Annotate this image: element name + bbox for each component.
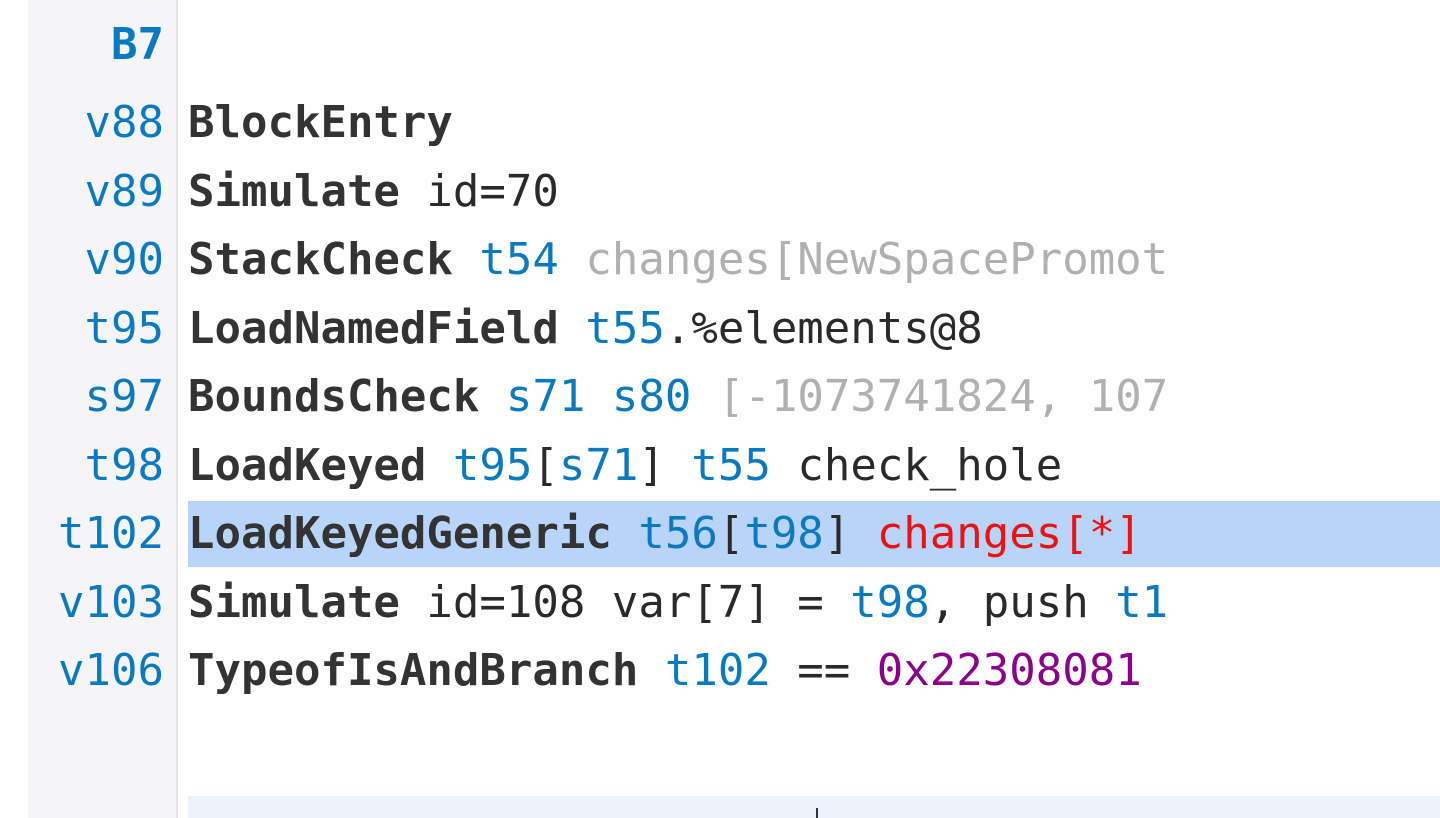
value-reference[interactable]: s71 bbox=[559, 440, 638, 491]
opcode: TypeofIsAndBranch bbox=[188, 645, 639, 696]
instruction-text: BlockEntry bbox=[188, 90, 1440, 156]
annotation-text: [-1073741824, 107 bbox=[691, 371, 1169, 422]
opcode: LoadKeyedGeneric bbox=[188, 508, 612, 559]
instruction-id[interactable]: v89 bbox=[85, 159, 164, 225]
instruction-id[interactable]: t102 bbox=[58, 501, 164, 567]
operand-text: id=70 bbox=[399, 166, 559, 217]
value-reference[interactable]: s80 bbox=[612, 371, 691, 422]
block-label[interactable]: B7 bbox=[111, 12, 164, 78]
instruction-row[interactable]: v89 Simulate id=70 bbox=[0, 159, 1440, 225]
operand-text bbox=[559, 303, 586, 354]
instruction-row[interactable]: v90 StackCheck t54 changes[NewSpacePromot bbox=[0, 227, 1440, 293]
side-effect-flag: changes[*] bbox=[876, 508, 1142, 559]
opcode: BlockEntry bbox=[188, 97, 453, 148]
instruction-row[interactable]: t95 LoadNamedField t55.%elements@8 bbox=[0, 296, 1440, 362]
operand-text: == bbox=[770, 645, 877, 696]
operand-text bbox=[585, 371, 612, 422]
instruction-id[interactable]: v90 bbox=[85, 227, 164, 293]
value-reference[interactable]: s71 bbox=[506, 371, 585, 422]
instruction-row[interactable]: s97 BoundsCheck s71 s80 [-1073741824, 107 bbox=[0, 364, 1440, 430]
value-reference[interactable]: t54 bbox=[479, 234, 558, 285]
value-reference[interactable]: t98 bbox=[744, 508, 823, 559]
annotation-text: changes[NewSpacePromot bbox=[558, 234, 1169, 285]
instruction-text: Simulate id=108 var[7] = t98, push t1 bbox=[188, 570, 1440, 636]
operand-text: [ bbox=[532, 440, 559, 491]
instruction-text: StackCheck t54 changes[NewSpacePromot bbox=[188, 227, 1440, 293]
operand-text bbox=[479, 371, 506, 422]
value-reference[interactable]: t55 bbox=[585, 303, 664, 354]
value-reference[interactable]: t55 bbox=[691, 440, 770, 491]
value-reference[interactable]: t98 bbox=[850, 577, 929, 628]
block-header-row: B7 bbox=[0, 12, 1440, 78]
instruction-id[interactable]: s97 bbox=[85, 364, 164, 430]
instruction-text: LoadKeyedGeneric t56[t98] changes[*] bbox=[188, 501, 1440, 567]
opcode: Simulate bbox=[188, 166, 400, 217]
instruction-row[interactable]: v88 BlockEntry bbox=[0, 90, 1440, 156]
opcode: LoadNamedField bbox=[188, 303, 559, 354]
instruction-text: LoadKeyed t95[s71] t55 check_hole bbox=[188, 433, 1440, 499]
instruction-text: TypeofIsAndBranch t102 == 0x22308081 bbox=[188, 638, 1440, 704]
operand-text: check_hole bbox=[770, 440, 1063, 491]
instruction-id[interactable]: t95 bbox=[85, 296, 164, 362]
instruction-id[interactable]: t98 bbox=[85, 433, 164, 499]
text-cursor bbox=[816, 808, 818, 818]
opcode: LoadKeyed bbox=[188, 440, 427, 491]
value-reference[interactable]: t56 bbox=[638, 508, 717, 559]
instruction-row[interactable]: v106 TypeofIsAndBranch t102 == 0x22308081 bbox=[0, 638, 1440, 704]
value-reference[interactable]: t1 bbox=[1115, 577, 1168, 628]
instruction-text: LoadNamedField t55.%elements@8 bbox=[188, 296, 1440, 362]
operand-text: [ bbox=[717, 508, 745, 559]
value-reference[interactable]: t102 bbox=[665, 645, 771, 696]
constant-literal: 0x22308081 bbox=[876, 645, 1142, 696]
operand-text: id=108 var[7] = bbox=[399, 577, 851, 628]
operand-text: ] bbox=[638, 440, 692, 491]
operand-text: ] bbox=[823, 508, 877, 559]
opcode: BoundsCheck bbox=[188, 371, 480, 422]
instruction-text: Simulate id=70 bbox=[188, 159, 1440, 225]
operand-text bbox=[638, 645, 665, 696]
instruction-row[interactable]: t102 LoadKeyedGeneric t56[t98] changes[*] bbox=[0, 501, 1440, 567]
opcode: StackCheck bbox=[188, 234, 453, 285]
operand-text: .%elements@8 bbox=[664, 303, 983, 354]
value-reference[interactable]: t95 bbox=[453, 440, 532, 491]
instruction-row[interactable]: t98 LoadKeyed t95[s71] t55 check_hole bbox=[0, 433, 1440, 499]
hydrogen-ir-listing: B7 v88 BlockEntry v89 Simulate id=70 v90 Stac… bbox=[0, 0, 1440, 818]
operand-text bbox=[426, 440, 453, 491]
instruction-text: BoundsCheck s71 s80 [-1073741824, 107 bbox=[188, 364, 1440, 430]
instruction-id[interactable]: v103 bbox=[58, 570, 164, 636]
instruction-id[interactable]: v106 bbox=[58, 638, 164, 704]
operand-text bbox=[453, 234, 480, 285]
next-row-strip bbox=[188, 796, 1440, 818]
opcode: Simulate bbox=[188, 577, 400, 628]
instruction-row[interactable]: v103 Simulate id=108 var[7] = t98, push t… bbox=[0, 570, 1440, 636]
instruction-id[interactable]: v88 bbox=[85, 90, 164, 156]
operand-text bbox=[612, 508, 639, 559]
operand-text: , push bbox=[929, 577, 1116, 628]
